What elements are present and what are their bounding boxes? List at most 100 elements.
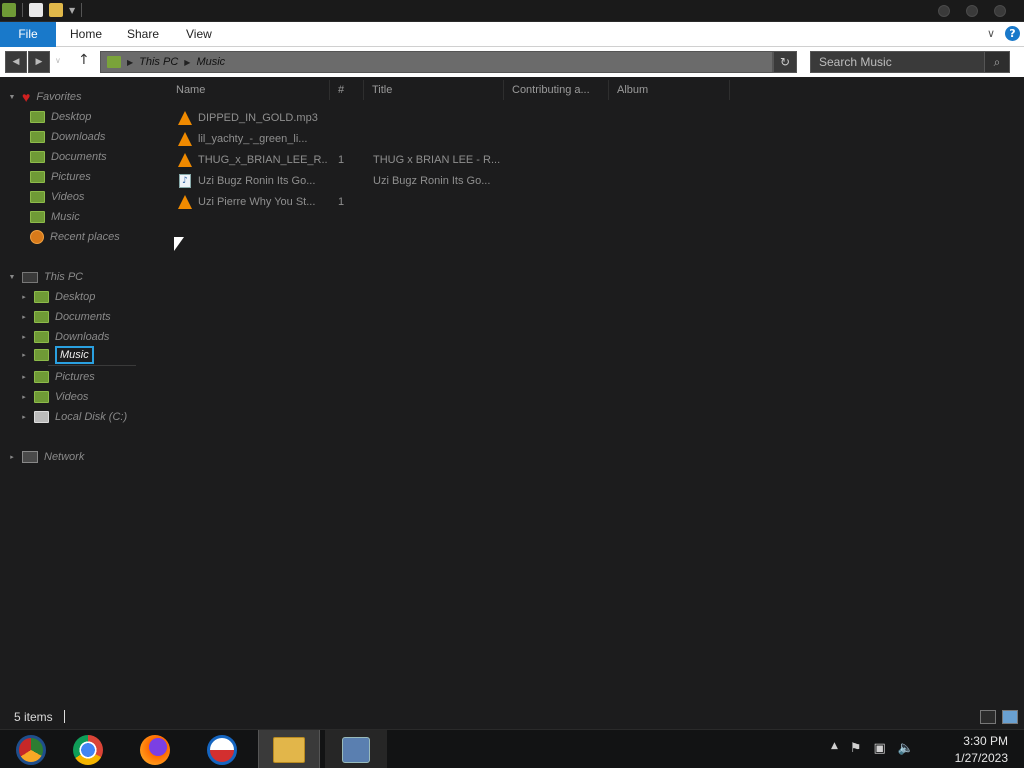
file-name: lil_yachty_-_green_li... [198,133,308,145]
taskbar-app-circle[interactable] [191,730,253,768]
up-arrow-icon[interactable]: ↑ [78,52,90,68]
computer-icon [22,271,38,283]
nav-label: Videos [51,191,85,203]
taskbar-remote-app[interactable] [325,730,387,768]
nav-label: Documents [55,311,111,323]
forward-button[interactable]: ▶ [28,51,50,73]
taskbar-chrome-dev[interactable] [0,730,62,768]
address-bar[interactable]: ▶ This PC ▶ Music [100,51,773,73]
sidebar-item-pc-pictures[interactable]: ▸ Pictures [20,368,95,386]
show-hidden-icons-icon[interactable]: ▲ [831,741,838,756]
column-header-number[interactable]: # [330,80,364,100]
breadcrumb-arrow-icon[interactable]: ▶ [127,58,133,67]
table-row[interactable]: Uzi Pierre Why You St... 1 [168,192,568,212]
sidebar-item-pictures[interactable]: Pictures [30,168,91,186]
network-tray-icon[interactable]: ▣ [874,741,886,756]
column-header-name[interactable]: Name [168,80,330,100]
sidebar-item-pc-desktop[interactable]: ▸ Desktop [20,288,95,306]
chrome-icon [73,734,103,765]
tab-file[interactable]: File [0,22,56,47]
sidebar-item-videos[interactable]: Videos [30,188,84,206]
column-header-contributing-artists[interactable]: Contributing a... [504,80,609,100]
sidebar-item-local-disk[interactable]: ▸ Local Disk (C:) [20,408,127,426]
minimize-button[interactable] [938,5,950,17]
folder-icon[interactable] [2,3,16,17]
window-controls [938,5,1006,17]
column-header-title[interactable]: Title [364,80,504,100]
nav-label: Recent places [50,231,120,243]
sidebar-item-pc-downloads[interactable]: ▸ Downloads [20,328,109,346]
sidebar-item-documents[interactable]: Documents [30,148,107,166]
sidebar-item-recent-places[interactable]: Recent places [30,228,120,246]
sidebar-item-pc-videos[interactable]: ▸ Videos [20,388,88,406]
collapse-arrow-icon[interactable]: ▼ [8,274,16,281]
quick-access-toolbar: ▼ [2,3,83,17]
search-input[interactable]: Search Music [810,51,1010,73]
expand-arrow-icon[interactable]: ▸ [20,413,28,421]
expand-arrow-icon[interactable]: ▸ [20,293,28,301]
tab-share[interactable]: Share [113,22,173,47]
divider [81,3,83,17]
breadcrumb-this-pc[interactable]: This PC [139,56,178,68]
tab-home[interactable]: Home [56,22,116,47]
expand-arrow-icon[interactable]: ▸ [8,453,16,461]
search-icon[interactable]: ⌕ [984,51,1010,73]
file-name: DIPPED_IN_GOLD.mp3 [198,112,318,124]
expand-arrow-icon[interactable]: ▸ [20,333,28,341]
nav-label: This PC [44,271,84,283]
ribbon-tabs: File Home Share View ∨ ? [0,22,1024,47]
clock[interactable]: 3:30 PM 1/27/2023 [955,733,1008,767]
expand-ribbon-icon[interactable]: ∨ [987,27,995,40]
recent-locations-icon[interactable]: ∨ [55,56,61,65]
volume-icon[interactable]: 🔈 [898,741,914,756]
file-name: THUG_x_BRIAN_LEE_R... [198,154,328,166]
help-icon[interactable]: ? [1005,26,1020,41]
breadcrumb-music[interactable]: Music [196,56,225,68]
table-row[interactable]: DIPPED_IN_GOLD.mp3 [168,108,568,128]
large-icons-view-button[interactable] [1002,710,1018,724]
navigation-pane: ▼ ♥ Favorites Desktop Downloads Document… [0,80,165,700]
tab-view[interactable]: View [172,22,226,47]
sidebar-item-music[interactable]: Music [30,208,80,226]
collapse-arrow-icon[interactable]: ▼ [8,94,16,101]
expand-arrow-icon[interactable]: ▸ [20,313,28,321]
flag-icon[interactable]: ⚑ [850,741,862,756]
close-button[interactable] [994,5,1006,17]
vlc-icon [178,195,192,209]
details-view-button[interactable] [980,710,996,724]
table-row[interactable]: THUG_x_BRIAN_LEE_R... 1 THUG x BRIAN LEE… [168,150,568,170]
table-row[interactable]: lil_yachty_-_green_li... [168,129,568,149]
nav-this-pc[interactable]: ▼ This PC [8,268,84,286]
vlc-icon [178,153,192,167]
track-number: 1 [338,196,345,208]
nav-network[interactable]: ▸ Network [8,448,84,466]
sidebar-item-downloads[interactable]: Downloads [30,128,105,146]
expand-arrow-icon[interactable]: ▸ [20,373,28,381]
taskbar-firefox[interactable] [124,730,186,768]
taskbar-chrome[interactable] [57,730,119,768]
track-title: Uzi Bugz Ronin Its Go... [373,175,491,187]
pictures-icon [30,171,45,183]
vlc-icon [178,132,192,146]
sidebar-item-pc-music[interactable]: ▸ Music [20,346,94,364]
selection-underline [48,365,136,366]
refresh-button[interactable]: ↻ [773,51,797,73]
taskbar-file-explorer[interactable] [258,730,320,768]
sidebar-item-pc-documents[interactable]: ▸ Documents [20,308,111,326]
properties-icon[interactable] [29,3,43,17]
expand-arrow-icon[interactable]: ▸ [20,351,28,359]
new-folder-icon[interactable] [49,3,63,17]
music-icon [30,211,45,223]
nav-label: Pictures [51,171,91,183]
sidebar-item-desktop[interactable]: Desktop [30,108,91,126]
nav-label: Network [44,451,85,463]
chevron-down-icon[interactable]: ▼ [69,6,75,15]
back-button[interactable]: ◀ [5,51,27,73]
table-row[interactable]: ♪ Uzi Bugz Ronin Its Go... Uzi Bugz Roni… [168,171,568,191]
file-name: Uzi Pierre Why You St... [198,196,316,208]
expand-arrow-icon[interactable]: ▸ [20,393,28,401]
nav-favorites[interactable]: ▼ ♥ Favorites [8,88,82,106]
column-header-album[interactable]: Album [609,80,730,100]
maximize-button[interactable] [966,5,978,17]
breadcrumb-arrow-icon[interactable]: ▶ [184,58,190,67]
